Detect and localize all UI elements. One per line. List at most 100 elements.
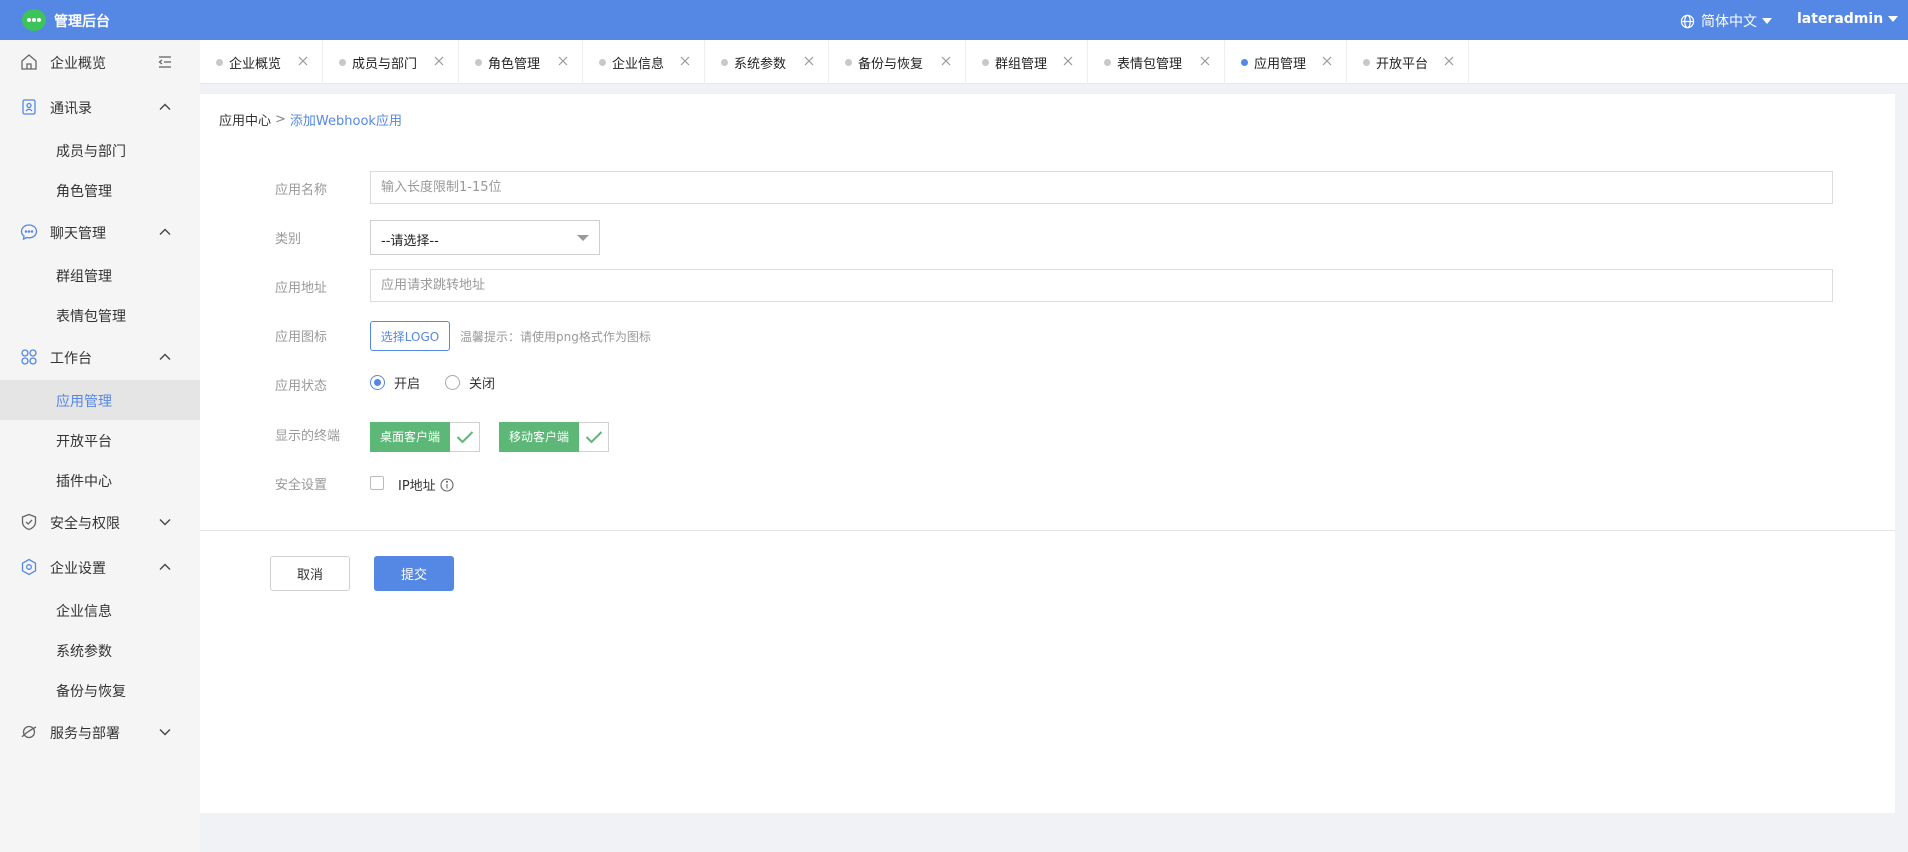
collapse-sidebar-icon[interactable] [158,55,172,69]
sidebar-group-security[interactable]: 安全与权限 [0,502,200,542]
info-icon[interactable] [440,477,454,492]
tab-app-management[interactable]: 应用管理 [1225,40,1347,84]
app-url-label: 应用地址 [275,281,328,296]
top-bar: 管理后台 简体中文 lateradmin [0,0,1908,40]
close-icon[interactable] [804,56,814,66]
tab-backup[interactable]: 备份与恢复 [829,40,966,84]
sidebar-item-members[interactable]: 成员与部门 [0,130,200,170]
sidebar-group-contacts[interactable]: 通讯录 [0,87,200,127]
ip-address-checkbox[interactable] [370,476,384,490]
breadcrumb: 应用中心 > 添加Webhook应用 [219,110,402,129]
select-logo-button[interactable]: 选择LOGO [370,321,450,351]
tab-status-dot [982,58,989,66]
chevron-down-icon [159,519,171,526]
radio-label: 关闭 [469,377,496,392]
chevron-down-icon [1762,18,1772,24]
close-icon[interactable] [1063,56,1073,66]
language-switcher[interactable]: 简体中文 [1680,11,1772,31]
desktop-client-toggle[interactable]: 桌面客户端 [370,422,481,452]
ip-address-label-group: IP地址 [398,475,454,494]
app-url-input[interactable] [370,269,1833,302]
status-on-radio[interactable]: 开启 [370,373,420,392]
app-name-input[interactable] [370,171,1833,204]
sidebar-group-service[interactable]: 服务与部署 [0,712,200,752]
app-name-label: 应用名称 [275,183,328,198]
tab-roles[interactable]: 角色管理 [459,40,583,84]
tab-stickers[interactable]: 表情包管理 [1088,40,1225,84]
category-label: 类别 [275,232,302,247]
sidebar-item-system-params[interactable]: 系统参数 [0,630,200,670]
tab-label: 备份与恢复 [858,56,924,72]
close-icon[interactable] [434,56,444,66]
sidebar-group-settings[interactable]: 企业设置 [0,547,200,587]
breadcrumb-current: 添加Webhook应用 [289,114,402,129]
sidebar-item-label: 企业信息 [56,604,112,620]
sidebar-item-open-platform[interactable]: 开放平台 [0,420,200,460]
sidebar-item-app-management[interactable]: 应用管理 [0,380,200,420]
sidebar-item-overview[interactable]: 企业概览 [0,42,200,82]
tab-label: 应用管理 [1254,56,1307,72]
chevron-up-icon [159,563,171,570]
radio-unchecked-icon [445,375,460,390]
breadcrumb-separator: > [275,112,286,127]
sidebar-item-plugins[interactable]: 插件中心 [0,460,200,500]
category-select[interactable]: --请选择-- [370,220,600,255]
sidebar-group-label: 工作台 [50,351,92,367]
chevron-up-icon [159,353,171,360]
tab-status-dot [1241,58,1248,66]
sidebar-group-workbench[interactable]: 工作台 [0,337,200,377]
content-panel: 应用中心 > 添加Webhook应用 应用名称 类别 --请选择-- 应用地址 … [200,94,1895,813]
sidebar-item-groups[interactable]: 群组管理 [0,255,200,295]
sidebar-item-label: 备份与恢复 [56,684,126,700]
tab-label: 系统参数 [734,56,787,72]
breadcrumb-parent[interactable]: 应用中心 [219,110,271,129]
app-title: 管理后台 [54,14,110,30]
close-icon[interactable] [558,56,568,66]
radio-label: 开启 [394,377,421,392]
check-icon [579,422,610,452]
chevron-down-icon [159,729,171,736]
sidebar-item-label: 角色管理 [56,184,112,200]
user-menu[interactable]: lateradmin [1797,11,1899,27]
tab-status-dot [721,58,728,66]
tab-status-dot [845,58,852,66]
cancel-button[interactable]: 取消 [270,556,350,591]
tab-system-params[interactable]: 系统参数 [705,40,829,84]
tab-overview[interactable]: 企业概览 [200,40,323,84]
close-icon[interactable] [1444,56,1454,66]
contacts-icon [22,99,36,115]
status-off-radio[interactable]: 关闭 [445,373,495,392]
security-label: 安全设置 [275,478,328,493]
close-icon[interactable] [298,56,308,66]
sidebar-item-enterprise-info[interactable]: 企业信息 [0,590,200,630]
submit-button[interactable]: 提交 [374,556,454,591]
tab-status-dot [1104,58,1111,66]
sidebar-item-label: 表情包管理 [56,309,126,325]
tab-label: 群组管理 [995,56,1048,72]
close-icon[interactable] [1322,56,1332,66]
terminal-label: 移动客户端 [499,422,580,452]
tab-open-platform[interactable]: 开放平台 [1347,40,1469,84]
app-icon-label: 应用图标 [275,330,328,345]
sidebar-group-label: 安全与权限 [50,516,120,532]
chevron-up-icon [159,228,171,235]
tab-members[interactable]: 成员与部门 [323,40,459,84]
radio-checked-icon [370,375,385,390]
tab-status-dot [475,58,482,66]
sidebar-group-chat[interactable]: 聊天管理 [0,212,200,252]
close-icon[interactable] [680,56,690,66]
chevron-down-icon [1888,16,1899,22]
mobile-client-toggle[interactable]: 移动客户端 [499,422,610,452]
close-icon[interactable] [941,56,951,66]
close-icon[interactable] [1200,56,1210,66]
chevron-up-icon [159,103,171,110]
app-status-label: 应用状态 [275,379,328,394]
sidebar-group-label: 聊天管理 [50,226,106,242]
sidebar-item-roles[interactable]: 角色管理 [0,170,200,210]
tab-groups[interactable]: 群组管理 [966,40,1088,84]
settings-hex-icon [21,558,37,576]
sidebar-item-backup[interactable]: 备份与恢复 [0,670,200,710]
tab-enterprise-info[interactable]: 企业信息 [583,40,705,84]
sidebar-item-stickers[interactable]: 表情包管理 [0,295,200,335]
category-selected-value: --请选择-- [381,234,439,249]
